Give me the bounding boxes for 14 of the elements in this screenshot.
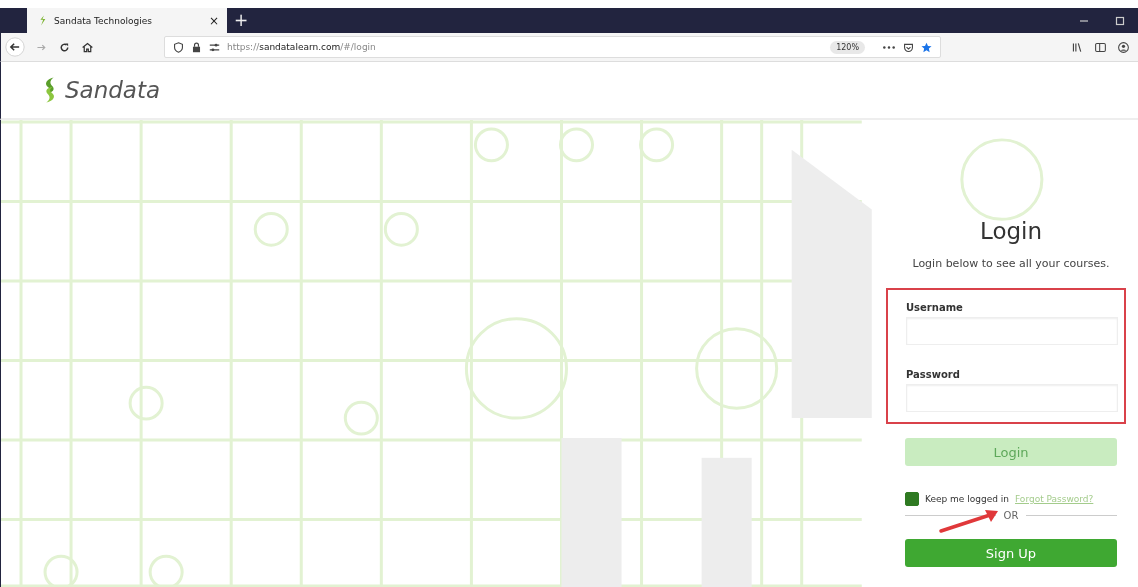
tab-title: Sandata Technologies xyxy=(54,15,153,26)
browser-tab[interactable]: Sandata Technologies × xyxy=(27,8,227,33)
close-tab-button[interactable]: × xyxy=(208,13,219,28)
login-title: Login xyxy=(979,218,1043,244)
logo-text: Sandata xyxy=(65,77,161,103)
login-subtitle: Login below to see all your courses. xyxy=(912,257,1110,270)
address-bar[interactable]: https://sandatalearn.com/#/login 120% xyxy=(163,36,942,58)
checkbox-label: Keep me logged in xyxy=(925,494,1009,504)
new-tab-button[interactable]: + xyxy=(227,8,256,33)
field-label: Username xyxy=(906,302,964,313)
url-text: https://sandatalearn.com/#/login xyxy=(226,42,376,52)
field-label: Password xyxy=(906,369,961,380)
zoom-level-button[interactable]: 120% xyxy=(830,40,866,54)
divider-text: OR xyxy=(1003,510,1019,521)
